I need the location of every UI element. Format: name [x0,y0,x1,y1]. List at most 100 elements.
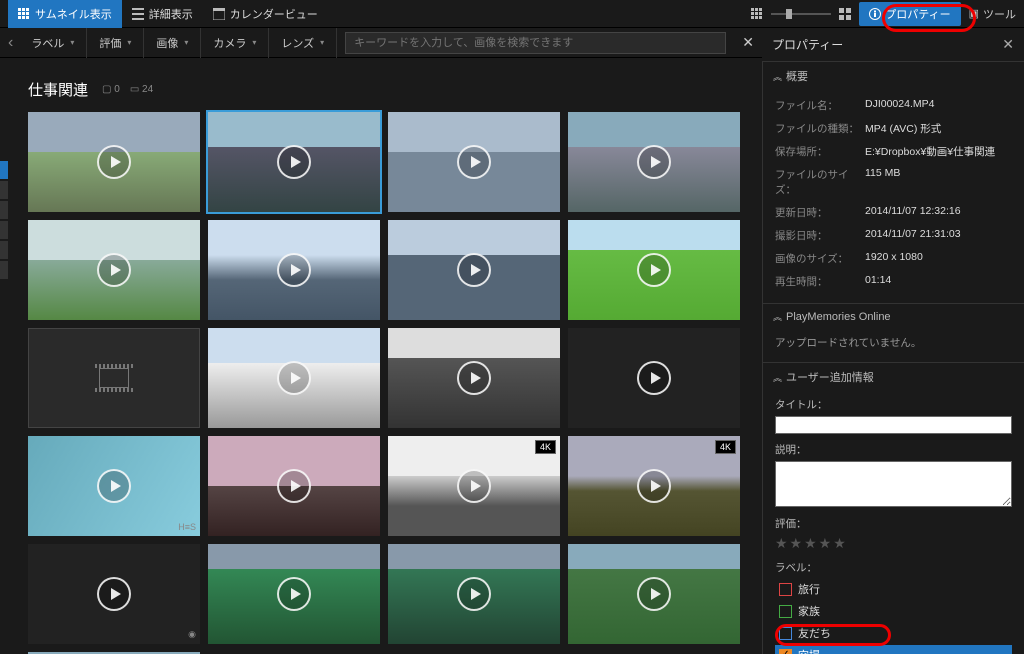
section-userinfo[interactable]: ︽ ユーザー追加情報 [763,362,1024,391]
top-toolbar: サムネイル表示 詳細表示 カレンダービュー プロパティー ▣ ツール [0,0,1024,28]
play-icon [277,145,311,179]
list-icon [132,8,144,20]
detail-view-label: 詳細表示 [149,6,193,22]
play-icon [457,253,491,287]
filter-bar: ‹ ラベル▾ 評価▾ 画像▾ カメラ▾ レンズ▾ ✕ [0,28,762,58]
property-button[interactable]: プロパティー [859,2,960,26]
video-thumbnail[interactable] [568,220,740,320]
prop-val-filesize: 115 MB [865,167,1016,197]
prop-val-filename: DJI00024.MP4 [865,98,1016,113]
video-thumbnail[interactable] [208,220,380,320]
thumbnail-grid: H≡S 4K 4K ◉ [28,112,750,654]
properties-panel: ︽ 概要 ファイル名：DJI00024.MP4 ファイルの種類：MP4 (AVC… [762,61,1024,654]
play-icon [637,145,671,179]
play-icon [637,577,671,611]
prop-val-duration: 01:14 [865,274,1016,289]
video-thumbnail[interactable] [388,544,560,644]
zoom-slider[interactable] [771,13,831,15]
large-grid-icon[interactable] [839,8,851,20]
content-area: 仕事関連 ▢ 0 ▭ 24 H≡S 4K 4K ◉ [8,61,762,654]
video-thumbnail[interactable] [28,220,200,320]
section-playmemories[interactable]: ︽ PlayMemories Online [763,303,1024,329]
sidebar-strip-item[interactable] [0,161,8,179]
chevron-up-icon: ︽ [773,70,782,83]
play-icon [97,469,131,503]
prop-key-dimensions: 画像のサイズ： [775,251,865,266]
checkbox-icon [779,583,792,596]
prop-key-filetype: ファイルの種類： [775,121,865,136]
video-thumbnail[interactable] [208,544,380,644]
toolbox-icon: ▣ [969,7,979,20]
play-icon [277,253,311,287]
clear-search-button[interactable]: ✕ [734,34,762,51]
video-thumbnail[interactable] [388,328,560,428]
video-thumbnail[interactable] [388,220,560,320]
rating-field-label: 評価： [775,516,1012,531]
play-icon [97,145,131,179]
filter-camera[interactable]: カメラ▾ [201,28,269,58]
sidebar-strip-item[interactable] [0,241,8,259]
search-input[interactable] [345,32,726,54]
grid-size-icon[interactable] [751,8,763,20]
prop-key-shotdate: 撮影日時： [775,228,865,243]
chevron-down-icon: ▾ [320,38,324,47]
video-thumbnail[interactable]: 4K [568,436,740,536]
tools-button[interactable]: ▣ ツール [969,6,1016,22]
sidebar-strip-item[interactable] [0,221,8,239]
rating-stars[interactable]: ★★★★★ [775,535,1012,552]
filter-lens[interactable]: レンズ▾ [269,28,337,58]
chevron-up-icon: ︽ [773,371,782,384]
video-thumbnail[interactable] [208,328,380,428]
play-icon [637,253,671,287]
prop-key-filesize: ファイルのサイズ： [775,167,865,197]
play-icon [97,253,131,287]
title-input[interactable] [775,416,1012,434]
video-thumbnail[interactable]: H≡S [28,436,200,536]
label-friends[interactable]: 友だち [775,623,1012,643]
sidebar-strip-item[interactable] [0,261,8,279]
checkbox-icon [779,605,792,618]
filter-label[interactable]: ラベル▾ [19,28,87,58]
video-thumbnail[interactable] [568,328,740,428]
detail-view-button[interactable]: 詳細表示 [122,0,203,28]
thumbnail-view-button[interactable]: サムネイル表示 [8,0,122,28]
description-input[interactable] [775,461,1012,507]
close-panel-button[interactable]: ✕ [1002,36,1014,53]
filter-rating[interactable]: 評価▾ [87,28,144,58]
video-thumbnail[interactable] [568,544,740,644]
property-panel-title: プロパティー [772,36,843,53]
video-thumbnail[interactable]: ◉ [28,544,200,644]
label-aerial[interactable]: ✓空撮 [775,645,1012,654]
checkbox-icon [779,627,792,640]
tools-label: ツール [983,6,1016,22]
video-thumbnail-placeholder[interactable] [28,328,200,428]
video-thumbnail[interactable] [28,112,200,212]
sidebar-strip-item[interactable] [0,201,8,219]
play-icon [457,361,491,395]
video-thumbnail[interactable]: 4K [388,436,560,536]
video-thumbnail[interactable] [568,112,740,212]
4k-badge: 4K [715,440,736,454]
video-thumbnail[interactable] [208,436,380,536]
logo-badge: H≡S [178,522,196,532]
folder-title: 仕事関連 [28,79,88,100]
prop-key-filename: ファイル名： [775,98,865,113]
chevron-down-icon: ▾ [184,38,188,47]
prop-val-filetype: MP4 (AVC) 形式 [865,121,1016,136]
video-thumbnail[interactable] [388,112,560,212]
section-overview[interactable]: ︽ 概要 [763,61,1024,90]
play-icon [637,469,671,503]
sidebar-strip-item[interactable] [0,181,8,199]
labels-field-label: ラベル： [775,560,1012,575]
play-icon [457,577,491,611]
info-icon [869,8,881,20]
calendar-icon [213,8,225,20]
label-family[interactable]: 家族 [775,601,1012,621]
play-icon [457,469,491,503]
calendar-view-button[interactable]: カレンダービュー [203,0,328,28]
back-icon[interactable]: ‹ [8,34,19,52]
video-thumbnail[interactable] [208,112,380,212]
label-travel[interactable]: 旅行 [775,579,1012,599]
photo-count: ▢ 0 [102,84,120,95]
filter-image[interactable]: 画像▾ [144,28,201,58]
